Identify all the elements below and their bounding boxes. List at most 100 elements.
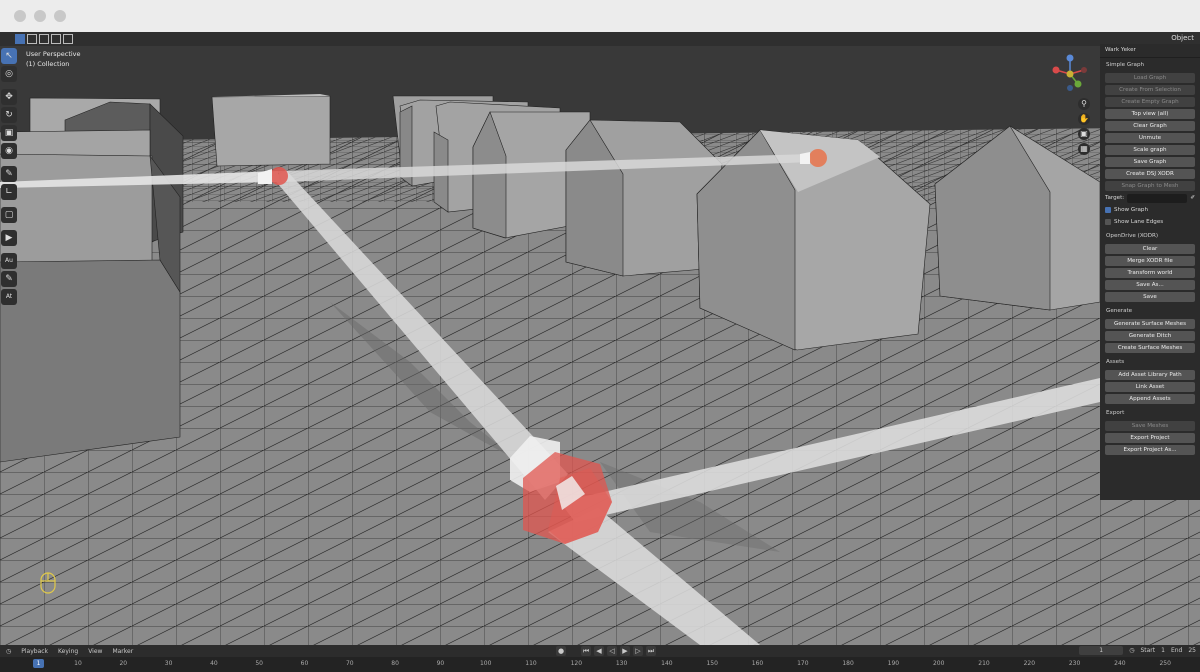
- merge-xodr-button[interactable]: Merge XODR file: [1105, 256, 1195, 266]
- ruler-tick: 160: [751, 660, 764, 667]
- close-window-button[interactable]: [14, 10, 26, 22]
- prev-keyframe-icon[interactable]: ◀: [594, 646, 604, 656]
- transform-world-button[interactable]: Transform world: [1105, 268, 1195, 278]
- generate-surface-meshes-button[interactable]: Generate Surface Meshes: [1105, 319, 1195, 329]
- camera-view-icon[interactable]: ▣: [1078, 128, 1090, 140]
- show-graph-checkbox[interactable]: [1105, 207, 1111, 213]
- end-label: End: [1170, 647, 1183, 654]
- export-project-button[interactable]: Export Project: [1105, 433, 1195, 443]
- menu-playback[interactable]: Playback: [21, 648, 48, 655]
- cursor-tool-icon[interactable]: ◎: [1, 66, 17, 82]
- play-icon[interactable]: ▶: [620, 646, 630, 656]
- ruler-tick: 140: [661, 660, 673, 667]
- unmute-button[interactable]: Unmute: [1105, 133, 1195, 143]
- move-tool-icon[interactable]: ✥: [1, 89, 17, 105]
- select-tool-icon[interactable]: ↖: [1, 48, 17, 64]
- start-frame-field[interactable]: 1: [1161, 647, 1165, 654]
- ruler-tick: 40: [210, 660, 218, 667]
- timeline-editor-type-icon[interactable]: ◷: [6, 648, 11, 655]
- jump-end-icon[interactable]: ⏭: [646, 646, 656, 656]
- show-lane-edges-label: Show Lane Edges: [1114, 219, 1164, 225]
- next-keyframe-icon[interactable]: ▷: [633, 646, 643, 656]
- measure-tool-icon[interactable]: ∟: [1, 184, 17, 200]
- transform-tool-icon[interactable]: ◉: [1, 143, 17, 159]
- link-asset-button[interactable]: Link Asset: [1105, 382, 1195, 392]
- scale-tool-icon[interactable]: ▣: [1, 125, 17, 141]
- record-icon[interactable]: ●: [556, 646, 566, 656]
- save-as-button[interactable]: Save As...: [1105, 280, 1195, 290]
- frame-range: 1 ◷ Start 1 End 25: [1079, 646, 1196, 655]
- section-assets[interactable]: Assets: [1100, 355, 1200, 368]
- tool-b-label[interactable]: At: [1, 289, 17, 305]
- section-generate[interactable]: Generate: [1100, 304, 1200, 317]
- ruler-tick: 20: [119, 660, 128, 667]
- 3d-viewport[interactable]: Object User Perspective (1) Collection ↖…: [0, 32, 1200, 645]
- ruler-tick: 30: [164, 660, 173, 667]
- section-opendrive[interactable]: OpenDrive (XODR): [1100, 229, 1200, 242]
- add-cube-tool-icon[interactable]: ▢: [1, 207, 17, 223]
- snap-graph-button[interactable]: Snap Graph to Mesh: [1105, 181, 1195, 191]
- viewport-perspective-label: User Perspective: [26, 50, 81, 58]
- ruler-tick: 60: [300, 660, 309, 667]
- menu-marker[interactable]: Marker: [112, 648, 133, 655]
- grid-view-icon[interactable]: ▦: [1078, 143, 1090, 155]
- show-lane-edges-row[interactable]: Show Lane Edges: [1105, 217, 1195, 227]
- panel-title[interactable]: Wark Yeker: [1100, 44, 1200, 58]
- create-from-selection-button[interactable]: Create From Selection: [1105, 85, 1195, 95]
- xodr-clear-button[interactable]: Clear: [1105, 244, 1195, 254]
- load-graph-button[interactable]: Load Graph: [1105, 73, 1195, 83]
- maximize-window-button[interactable]: [54, 10, 66, 22]
- navigation-gizmo[interactable]: [1050, 52, 1090, 96]
- edit-tool-icon[interactable]: ✎: [1, 271, 17, 287]
- rotate-tool-icon[interactable]: ↻: [1, 107, 17, 123]
- target-row: Target: ✐: [1105, 193, 1195, 203]
- scale-graph-button[interactable]: Scale graph: [1105, 145, 1195, 155]
- playhead[interactable]: 1: [33, 659, 44, 668]
- top-view-button[interactable]: Top view (all): [1105, 109, 1195, 119]
- select-intersect-icon[interactable]: [63, 34, 73, 44]
- section-export[interactable]: Export: [1100, 406, 1200, 419]
- clock-icon[interactable]: ◷: [1129, 647, 1134, 654]
- target-field[interactable]: [1127, 193, 1188, 203]
- ruler-tick: 90: [436, 660, 445, 667]
- end-frame-field[interactable]: 25: [1188, 647, 1196, 654]
- create-xodr-button[interactable]: Create DSJ XODR: [1105, 169, 1195, 179]
- select-invert-icon[interactable]: [51, 34, 61, 44]
- mode-label[interactable]: Object: [1171, 34, 1194, 42]
- eyedropper-icon[interactable]: ✐: [1190, 193, 1195, 203]
- menu-view[interactable]: View: [88, 648, 102, 655]
- select-extend-icon[interactable]: [27, 34, 37, 44]
- jump-start-icon[interactable]: ⏮: [581, 646, 591, 656]
- clear-graph-button[interactable]: Clear Graph: [1105, 121, 1195, 131]
- pan-hand-icon[interactable]: ✋: [1078, 113, 1090, 125]
- create-surface-meshes-button[interactable]: Create Surface Meshes: [1105, 343, 1195, 353]
- select-new-icon[interactable]: [15, 34, 25, 44]
- show-lane-edges-checkbox[interactable]: [1105, 219, 1111, 225]
- zoom-icon[interactable]: ⚲: [1078, 98, 1090, 110]
- current-frame-field[interactable]: 1: [1079, 646, 1124, 655]
- add-asset-library-button[interactable]: Add Asset Library Path: [1105, 370, 1195, 380]
- ruler-tick: 170: [797, 660, 809, 667]
- ruler-tick: 240: [1114, 660, 1126, 667]
- save-button[interactable]: Save: [1105, 292, 1195, 302]
- timeline-ruler[interactable]: 1 10 20 30 40 50 60 70 80 90 100 110 120 130 140 150 16…: [0, 658, 1200, 672]
- minimize-window-button[interactable]: [34, 10, 46, 22]
- show-graph-row[interactable]: Show Graph: [1105, 205, 1195, 215]
- create-empty-graph-button[interactable]: Create Empty Graph: [1105, 97, 1195, 107]
- select-subtract-icon[interactable]: [39, 34, 49, 44]
- save-meshes-button[interactable]: Save Meshes: [1105, 421, 1195, 431]
- annotate-tool-icon[interactable]: ✎: [1, 166, 17, 182]
- playback-controls: ● ⏮ ◀ ◁ ▶ ▷ ⏭: [556, 646, 656, 656]
- generate-ditch-button[interactable]: Generate Ditch: [1105, 331, 1195, 341]
- ruler-tick: 220: [1023, 660, 1036, 667]
- save-graph-button[interactable]: Save Graph: [1105, 157, 1195, 167]
- section-simple-graph[interactable]: Simple Graph: [1100, 58, 1200, 71]
- append-assets-button[interactable]: Append Assets: [1105, 394, 1195, 404]
- ruler-tick: 120: [570, 660, 583, 667]
- export-project-as-button[interactable]: Export Project As...: [1105, 445, 1195, 455]
- play-reverse-icon[interactable]: ◁: [607, 646, 617, 656]
- menu-keying[interactable]: Keying: [58, 648, 78, 655]
- custom-tool-icon[interactable]: ▶: [1, 230, 17, 246]
- tool-a-label[interactable]: Au: [1, 253, 17, 269]
- select-mode-icons[interactable]: [15, 34, 73, 44]
